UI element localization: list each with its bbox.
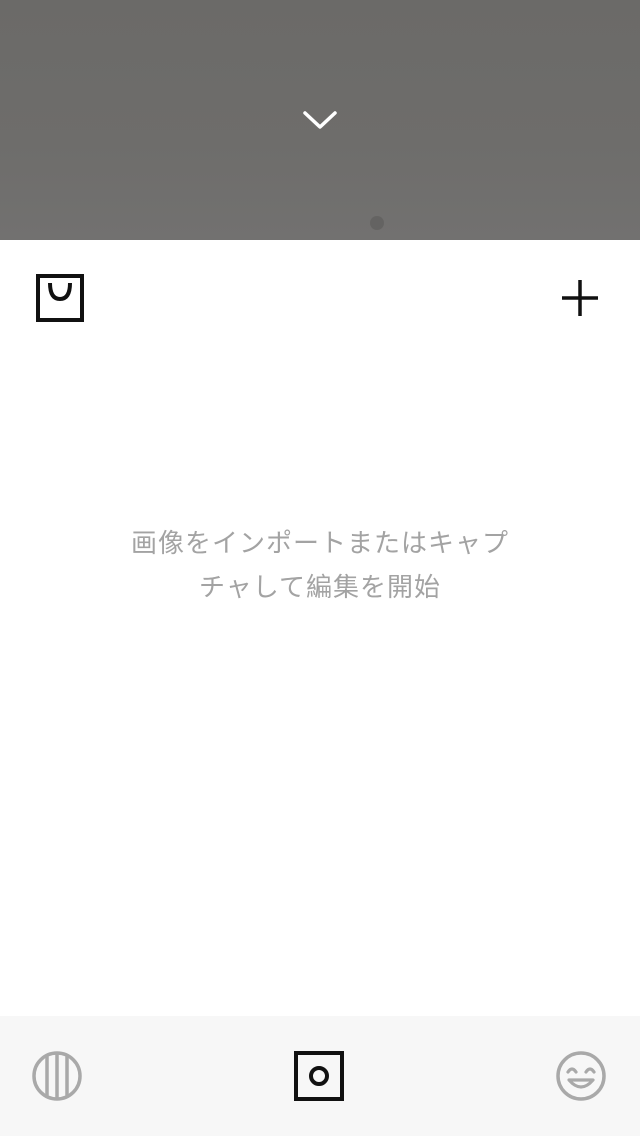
store-button[interactable] bbox=[30, 268, 90, 328]
camera-preview-speck bbox=[370, 216, 384, 230]
bottom-tab-bar bbox=[0, 1016, 640, 1136]
chevron-down-icon bbox=[303, 111, 337, 129]
tab-camera[interactable] bbox=[287, 1044, 351, 1108]
top-toolbar bbox=[0, 240, 640, 360]
plus-icon bbox=[562, 280, 598, 316]
tab-filters[interactable] bbox=[25, 1044, 89, 1108]
tab-stickers[interactable] bbox=[549, 1044, 613, 1108]
camera-shutter-icon bbox=[294, 1051, 344, 1101]
add-button[interactable] bbox=[550, 268, 610, 328]
filters-stripes-icon bbox=[32, 1051, 82, 1101]
camera-preview bbox=[0, 0, 640, 240]
collapse-camera-button[interactable] bbox=[290, 96, 350, 144]
smiley-face-icon bbox=[556, 1051, 606, 1101]
shopping-bag-icon bbox=[36, 274, 84, 322]
empty-state-message: 画像をインポートまたはキャプ チャして編集を開始 bbox=[130, 529, 509, 603]
